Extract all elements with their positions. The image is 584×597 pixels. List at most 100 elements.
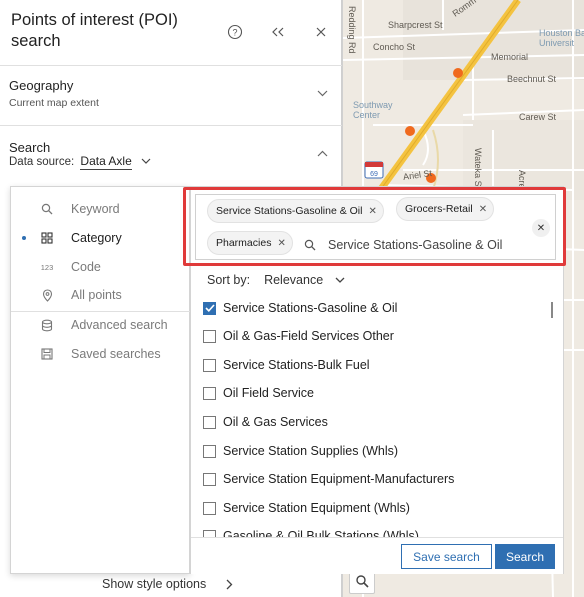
chip-grocers-retail: Grocers-Retail ✕ <box>396 197 495 221</box>
checkbox[interactable] <box>203 444 216 458</box>
map-label-concho: Concho St <box>373 42 416 52</box>
save-search-button[interactable]: Save search <box>401 544 492 569</box>
code-icon-text: 123 <box>40 262 54 272</box>
category-row[interactable]: Service Station Supplies (Whls) <box>203 437 398 465</box>
menu-item-label: Saved searches <box>71 347 161 361</box>
remove-chip-icon[interactable]: ✕ <box>368 206 376 217</box>
show-style-label: Show style options <box>102 577 207 591</box>
scrollbar-thumb[interactable] <box>551 302 553 318</box>
search-icon <box>304 239 316 251</box>
category-label: Oil & Gas-Field Services Other <box>223 329 394 343</box>
category-row[interactable]: Service Station Equipment-Manufacturers <box>203 465 454 493</box>
category-row[interactable]: Service Stations-Bulk Fuel <box>203 351 370 379</box>
checkbox[interactable] <box>203 472 216 486</box>
menu-item-all-points[interactable]: All points <box>11 282 191 308</box>
clear-search-button[interactable]: ✕ <box>532 219 550 237</box>
check-icon <box>204 304 215 312</box>
category-search-input[interactable]: Service Stations-Gasoline & Oil <box>304 233 524 257</box>
search-title: Search <box>9 140 51 155</box>
checkbox[interactable] <box>203 529 216 537</box>
svg-text:?: ? <box>232 28 237 38</box>
geography-subtitle: Current map extent <box>9 97 99 109</box>
map-label-beechnut: Beechnut St <box>507 74 557 84</box>
remove-chip-icon[interactable]: ✕ <box>479 204 487 215</box>
category-row[interactable]: Service Stations-Gasoline & Oil <box>203 294 397 322</box>
data-source-label: Data source: <box>9 156 75 168</box>
category-label: Service Stations-Gasoline & Oil <box>223 301 398 315</box>
checkbox[interactable] <box>203 386 216 400</box>
close-icon: ✕ <box>536 222 546 234</box>
chip-service-stations: Service Stations-Gasoline & Oil ✕ <box>207 199 384 223</box>
checkbox[interactable] <box>203 415 216 429</box>
category-row[interactable]: Oil & Gas Services <box>203 408 328 436</box>
chevron-down-icon <box>317 90 328 97</box>
grid-icon <box>39 230 55 246</box>
category-row[interactable]: Service Station Equipment (Whls) <box>203 494 410 522</box>
category-label: Service Stations-Bulk Fuel <box>223 358 370 372</box>
zoom-icon <box>356 575 369 588</box>
data-source-row: Data source: Data Axle <box>9 154 151 170</box>
chevron-up-icon[interactable] <box>317 150 328 157</box>
menu-item-label: Category <box>71 231 122 245</box>
menu-item-label: All points <box>71 288 122 302</box>
category-picker: Service Stations-Gasoline & Oil ✕ Grocer… <box>190 186 564 574</box>
chevron-down-icon <box>141 158 151 164</box>
search-type-menu: Keyword Category 123 Code All points Adv… <box>10 186 191 574</box>
category-label: Service Station Supplies (Whls) <box>223 444 399 458</box>
menu-item-category[interactable]: Category <box>11 225 191 251</box>
remove-chip-icon[interactable]: ✕ <box>277 238 285 249</box>
chip-label: Pharmacies <box>216 237 272 249</box>
sort-control[interactable]: Sort by: Relevance <box>207 273 345 287</box>
map-label-houston-baptist: Houston Bapt Universit <box>539 28 584 48</box>
chevron-down-icon <box>335 277 345 283</box>
search-icon <box>39 201 55 217</box>
chip-label: Service Stations-Gasoline & Oil <box>216 205 363 217</box>
category-row[interactable]: Oil Field Service <box>203 379 314 407</box>
collapse-button[interactable] <box>266 20 290 44</box>
chip-pharmacies: Pharmacies ✕ <box>207 231 293 255</box>
selected-categories-box[interactable]: Service Stations-Gasoline & Oil ✕ Grocer… <box>195 194 556 260</box>
close-icon <box>316 27 326 37</box>
checkbox[interactable] <box>203 329 216 343</box>
menu-item-advanced-search[interactable]: Advanced search <box>11 312 191 338</box>
search-section: Search Data source: Data Axle <box>0 126 342 186</box>
map-label-sharpcrest: Sharpcrest St <box>388 20 443 30</box>
pin-icon <box>39 287 55 303</box>
category-label: Gasoline & Oil Bulk Stations (Whls) <box>223 529 419 537</box>
close-button[interactable] <box>309 20 333 44</box>
category-search-value: Service Stations-Gasoline & Oil <box>328 238 503 252</box>
sort-label: Sort by: <box>207 273 251 287</box>
help-circle-icon: ? <box>227 24 243 40</box>
menu-item-saved-searches[interactable]: Saved searches <box>11 341 191 367</box>
chevrons-left-icon <box>272 27 284 37</box>
category-list[interactable]: Service Stations-Gasoline & Oil Oil & Ga… <box>191 293 563 537</box>
checkbox[interactable] <box>203 358 216 372</box>
map-label-memorial: Memorial <box>491 52 529 62</box>
map-label-southway: Southway Center <box>353 100 393 120</box>
map-label-carew: Carew St <box>519 112 557 122</box>
svg-text:69: 69 <box>370 171 378 178</box>
category-label: Service Station Equipment (Whls) <box>223 501 410 515</box>
geography-title: Geography <box>9 78 74 93</box>
show-style-options[interactable]: Show style options <box>0 571 342 597</box>
panel-title: Points of interest (POI) search <box>11 11 178 50</box>
category-label: Oil Field Service <box>223 386 314 400</box>
save-icon <box>39 346 55 362</box>
checkbox[interactable] <box>203 501 216 515</box>
category-label: Service Station Equipment-Manufacturers <box>223 472 455 486</box>
geography-section[interactable]: Geography Current map extent <box>0 66 342 126</box>
checkbox-checked[interactable] <box>203 301 216 315</box>
search-button[interactable]: Search <box>495 544 555 569</box>
panel-header: Points of interest (POI) search ? <box>0 0 342 66</box>
menu-item-keyword[interactable]: Keyword <box>11 196 191 222</box>
category-label: Oil & Gas Services <box>223 415 328 429</box>
help-button[interactable]: ? <box>223 20 247 44</box>
category-row[interactable]: Oil & Gas-Field Services Other <box>203 322 394 350</box>
map-label-wateka: Wateka St <box>473 148 483 190</box>
category-row[interactable]: Gasoline & Oil Bulk Stations (Whls) <box>203 522 419 537</box>
active-indicator <box>22 236 26 240</box>
menu-item-code[interactable]: 123 Code <box>11 254 191 280</box>
map-label-redding: Redding Rd <box>347 6 357 54</box>
menu-item-label: Keyword <box>71 202 120 216</box>
data-source-select[interactable]: Data Axle <box>80 154 151 170</box>
